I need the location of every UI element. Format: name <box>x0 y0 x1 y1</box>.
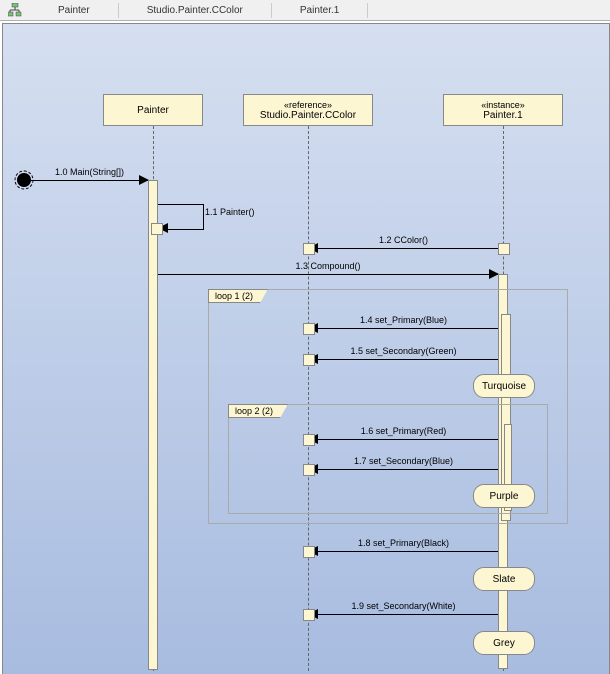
tab-painter[interactable]: Painter <box>30 3 119 18</box>
message-set-secondary-blue[interactable]: 1.7 set_Secondary(Blue) <box>309 459 498 473</box>
lifeline-name: Studio.Painter.CColor <box>260 110 356 121</box>
activation-sub <box>303 243 315 255</box>
message-set-primary-blue[interactable]: 1.4 set_Primary(Blue) <box>309 318 498 332</box>
message-label: 1.4 set_Primary(Blue) <box>309 315 498 325</box>
activation-painter <box>148 180 158 670</box>
tab-bar: Painter Studio.Painter.CColor Painter.1 <box>0 0 610 21</box>
activation-sub <box>303 464 315 476</box>
message-label: 1.2 CColor() <box>309 235 498 245</box>
message-main[interactable]: 1.0 Main(String[]) <box>31 170 148 184</box>
state-purple[interactable]: Purple <box>473 484 535 508</box>
message-ccolor[interactable]: 1.2 CColor() <box>309 238 498 252</box>
message-label: 1.3 Compound() <box>158 261 498 271</box>
message-label: 1.6 set_Primary(Red) <box>309 426 498 436</box>
message-set-primary-red[interactable]: 1.6 set_Primary(Red) <box>309 429 498 443</box>
message-label: 1.0 Main(String[]) <box>31 167 148 177</box>
message-set-secondary-white[interactable]: 1.9 set_Secondary(White) <box>309 604 498 618</box>
frame-label: loop 2 (2) <box>228 404 288 418</box>
activation-sub <box>151 223 163 235</box>
frame-label: loop 1 (2) <box>208 289 268 303</box>
activation-sub <box>498 243 510 255</box>
tab-painter1[interactable]: Painter.1 <box>272 3 368 18</box>
diagram-tree-icon[interactable] <box>0 3 30 17</box>
message-label: 1.8 set_Primary(Black) <box>309 538 498 548</box>
activation-sub <box>303 434 315 446</box>
activation-sub <box>303 609 315 621</box>
message-label: 1.5 set_Secondary(Green) <box>309 346 498 356</box>
lifeline-name: Painter.1 <box>483 110 522 121</box>
lifeline-header-painter[interactable]: Painter <box>103 94 203 126</box>
message-compound[interactable]: 1.3 Compound() <box>158 264 498 278</box>
lifeline-name: Painter <box>137 105 169 116</box>
message-label: 1.7 set_Secondary(Blue) <box>309 456 498 466</box>
diagram-canvas[interactable]: Painter «reference» Studio.Painter.CColo… <box>2 23 610 674</box>
lifeline-stereotype: «reference» <box>284 100 332 110</box>
state-slate[interactable]: Slate <box>473 567 535 591</box>
message-painter-self[interactable] <box>163 218 203 232</box>
state-grey[interactable]: Grey <box>473 631 535 655</box>
found-message-origin <box>17 173 31 187</box>
tab-ccolor[interactable]: Studio.Painter.CColor <box>119 3 272 18</box>
lifeline-stereotype: «instance» <box>481 100 525 110</box>
lifeline-header-ccolor[interactable]: «reference» Studio.Painter.CColor <box>243 94 373 126</box>
message-label: 1.1 Painter() <box>205 207 255 217</box>
activation-sub <box>303 546 315 558</box>
activation-sub <box>303 354 315 366</box>
message-set-primary-black[interactable]: 1.8 set_Primary(Black) <box>309 541 498 555</box>
activation-sub <box>303 323 315 335</box>
lifeline-header-painter1[interactable]: «instance» Painter.1 <box>443 94 563 126</box>
message-label: 1.9 set_Secondary(White) <box>309 601 498 611</box>
state-turquoise[interactable]: Turquoise <box>473 374 535 398</box>
message-set-secondary-green[interactable]: 1.5 set_Secondary(Green) <box>309 349 498 363</box>
